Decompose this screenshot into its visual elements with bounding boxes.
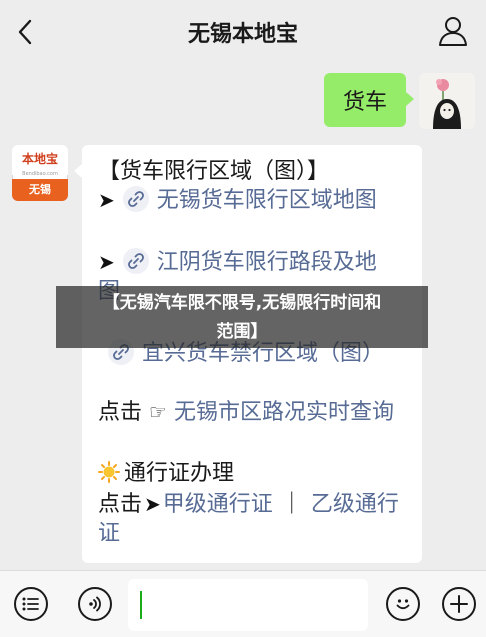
outgoing-message-text: 货车: [342, 90, 387, 115]
arrow-icon: ➤: [98, 250, 115, 274]
list-icon: [22, 597, 39, 611]
text-caret: [140, 591, 142, 619]
permit-heading: 通行证办理: [124, 461, 235, 486]
menu-button[interactable]: [14, 587, 48, 621]
profile-button[interactable]: [436, 14, 470, 48]
link-permit-a[interactable]: 甲级通行证: [163, 492, 273, 517]
link-permit-b-cont[interactable]: 证: [98, 519, 120, 549]
link-row[interactable]: ➤ 江阴货车限行路段及地: [98, 247, 377, 278]
add-button[interactable]: [442, 587, 476, 621]
emoji-icon: [396, 599, 410, 610]
link-wuxi-truck-map[interactable]: 无锡货车限行区域地图: [157, 188, 377, 213]
permit-separator: ｜: [280, 492, 303, 517]
account-logo-city: 无锡: [12, 179, 68, 201]
arrow-icon: ➤: [98, 188, 115, 212]
link-row[interactable]: ➤ 无锡货车限行区域地图: [98, 185, 377, 216]
overlay-caption-line2: 范围】: [216, 322, 268, 342]
plus-icon: [450, 595, 468, 613]
avatar-illustration-icon: [419, 73, 475, 129]
pointing-hand-icon: ☞: [149, 400, 167, 424]
link-icon: [122, 186, 149, 212]
link-traffic-query[interactable]: 无锡市区路况实时查询: [174, 400, 394, 425]
message-input[interactable]: [128, 579, 368, 631]
link-jiangyin-truck-map[interactable]: 江阴货车限行路段及地: [157, 250, 377, 275]
permit-prefix: 点击: [98, 492, 143, 517]
voice-icon: [89, 596, 101, 612]
my-avatar[interactable]: [419, 73, 475, 129]
click-prefix: 点击: [98, 400, 143, 425]
chat-title: 无锡本地宝: [187, 22, 298, 47]
link-icon: [122, 248, 149, 274]
input-bar: [0, 570, 486, 637]
incoming-message: 【货车限行区域（图）】 ➤无锡货车限行区域地图 ➤江阴货车限行路段及地 图 宜兴…: [74, 145, 422, 563]
sun-icon: [98, 461, 120, 483]
chat-header: 无锡本地宝: [0, 0, 486, 64]
traffic-query-row: 点击 ☞ 无锡市区路况实时查询: [98, 397, 394, 428]
overlay-caption-line1: 【无锡汽车限不限号,无锡限行时间和: [102, 293, 382, 313]
permit-links-row: 点击 ➤甲级通行证 ｜ 乙级通行: [98, 489, 399, 520]
link-permit-b[interactable]: 乙级通行: [311, 492, 399, 517]
voice-button[interactable]: [78, 587, 112, 621]
account-avatar[interactable]: 本地宝 Bendibao.com 无锡: [12, 145, 68, 201]
outgoing-message[interactable]: 货车: [324, 73, 414, 127]
arrow-icon: ➤: [144, 492, 161, 516]
account-logo-subtitle: Bendibao.com: [22, 171, 58, 177]
person-icon: [439, 17, 467, 46]
overlay-caption: 【无锡汽车限不限号,无锡限行时间和 范围】: [56, 286, 428, 348]
message-heading: 【货车限行区域（图）】: [98, 159, 330, 184]
emoji-button[interactable]: [386, 587, 420, 621]
permit-heading-row: 通行证办理: [98, 459, 234, 489]
